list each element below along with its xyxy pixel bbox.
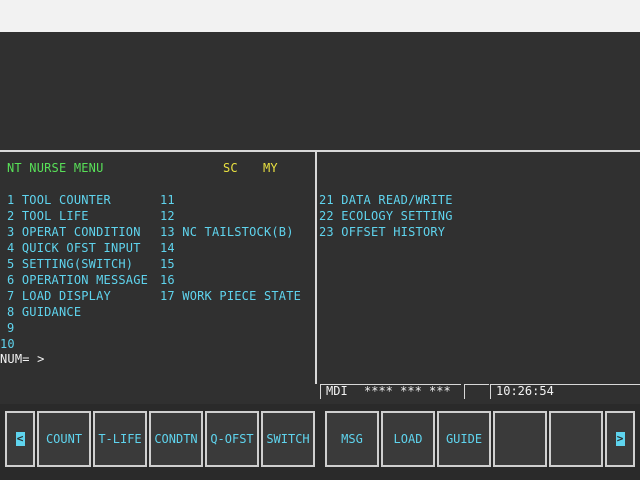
menu-item-10[interactable]: 10 [0, 336, 15, 352]
mode-sc: SC [223, 161, 238, 175]
menu-item-11[interactable]: 11 [160, 192, 175, 208]
menu-item-15[interactable]: 15 [160, 256, 175, 272]
softkey-blank-button-2[interactable] [549, 411, 603, 467]
status-time: 10:26:54 [496, 384, 554, 398]
menu-item-ecology-setting[interactable]: 22 ECOLOGY SETTING [319, 208, 453, 224]
divider-horizontal [0, 150, 640, 152]
menu-item-9[interactable]: 9 [7, 320, 14, 336]
num-input-prompt[interactable]: NUM= > [0, 351, 45, 367]
menu-item-16[interactable]: 16 [160, 272, 175, 288]
softkey-condtn-button[interactable]: CONDTN [149, 411, 203, 467]
softkey-blank-button-1[interactable] [493, 411, 547, 467]
softkey-load-button[interactable]: LOAD [381, 411, 435, 467]
menu-item-offset-history[interactable]: 23 OFFSET HISTORY [319, 224, 445, 240]
softkey-q-ofst-button[interactable]: Q-OFST [205, 411, 259, 467]
menu-item-nc-tailstock[interactable]: 13 NC TAILSTOCK(B) [160, 224, 294, 240]
menu-item-12[interactable]: 12 [160, 208, 175, 224]
softkey-guide-button[interactable]: GUIDE [437, 411, 491, 467]
softkey-prev-button[interactable]: < [5, 411, 35, 467]
menu-item-setting-switch[interactable]: 5 SETTING(SWITCH) [7, 256, 133, 272]
menu-item-quick-ofst-input[interactable]: 4 QUICK OFST INPUT [7, 240, 141, 256]
menu-item-tool-life[interactable]: 2 TOOL LIFE [7, 208, 89, 224]
status-stars: **** *** *** [364, 384, 451, 398]
menu-title: NT NURSE MENU [7, 161, 104, 175]
menu-item-load-display[interactable]: 7 LOAD DISPLAY [7, 288, 111, 304]
divider-vertical [315, 152, 317, 384]
menu-item-work-piece-state[interactable]: 17 WORK PIECE STATE [160, 288, 301, 304]
menu-item-operat-condition[interactable]: 3 OPERAT CONDITION [7, 224, 141, 240]
softkey-msg-button[interactable]: MSG [325, 411, 379, 467]
arrow-left-icon: < [15, 432, 25, 446]
menu-item-14[interactable]: 14 [160, 240, 175, 256]
menu-item-operation-message[interactable]: 6 OPERATION MESSAGE [7, 272, 148, 288]
title-bar [0, 0, 640, 32]
mode-my: MY [263, 161, 278, 175]
status-mode: MDI [326, 384, 348, 398]
softkey-count-button[interactable]: COUNT [37, 411, 91, 467]
status-blank-box [464, 384, 489, 399]
menu-item-tool-counter[interactable]: 1 TOOL COUNTER [7, 192, 111, 208]
arrow-right-icon: > [615, 432, 625, 446]
softkey-t-life-button[interactable]: T-LIFE [93, 411, 147, 467]
menu-item-guidance[interactable]: 8 GUIDANCE [7, 304, 81, 320]
softkey-switch-button[interactable]: SWITCH [261, 411, 315, 467]
softkey-next-button[interactable]: > [605, 411, 635, 467]
menu-item-data-read-write[interactable]: 21 DATA READ/WRITE [319, 192, 453, 208]
